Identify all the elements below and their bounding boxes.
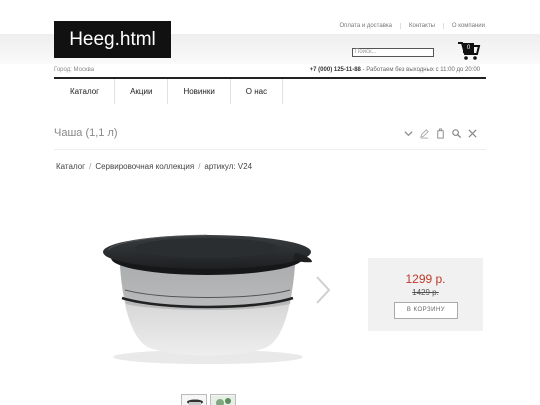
logo[interactable]: Heeg.html bbox=[54, 21, 171, 58]
nav-item-new[interactable]: Новинки bbox=[168, 79, 231, 104]
copy-icon[interactable] bbox=[435, 128, 446, 139]
page-title: Чаша (1,1 л) bbox=[54, 127, 118, 139]
thumbnail-2[interactable] bbox=[210, 394, 236, 405]
top-links: Оплата и доставка Контакты О компании bbox=[332, 23, 485, 29]
breadcrumb-article: артикул: V24 bbox=[204, 162, 253, 171]
phone-number[interactable]: +7 (000) 125-11-88 bbox=[310, 67, 361, 73]
add-to-cart-button[interactable]: В КОРЗИНУ bbox=[394, 302, 458, 319]
search-input[interactable]: Поиск... bbox=[352, 48, 434, 57]
link-contacts[interactable]: Контакты bbox=[401, 23, 444, 29]
nav-item-about[interactable]: О нас bbox=[231, 79, 284, 104]
city-label: Город: Москва bbox=[54, 67, 95, 73]
edit-icon[interactable] bbox=[419, 128, 430, 139]
chevron-down-icon[interactable] bbox=[403, 128, 414, 139]
search-icon[interactable] bbox=[451, 128, 462, 139]
working-hours: - Работаем без выходных с 11:00 до 20:00 bbox=[360, 67, 480, 73]
breadcrumb-collection[interactable]: Сервировочная коллекция bbox=[95, 162, 194, 171]
price: 1299 р. bbox=[405, 272, 446, 286]
main-nav: Каталог Акции Новинки О нас bbox=[54, 79, 284, 104]
nav-item-catalog[interactable]: Каталог bbox=[54, 79, 116, 104]
nav-item-promotions[interactable]: Акции bbox=[115, 79, 169, 104]
next-image-arrow[interactable] bbox=[314, 275, 332, 305]
breadcrumb-separator: / bbox=[198, 162, 201, 171]
thumbnail-bowl-image bbox=[187, 399, 203, 405]
thumbnail-strip bbox=[181, 394, 236, 405]
link-payment-delivery[interactable]: Оплата и доставка bbox=[332, 23, 401, 29]
breadcrumb: Каталог / Сервировочная коллекция / арти… bbox=[56, 162, 252, 171]
thumbnail-lifestyle-image bbox=[211, 396, 235, 405]
thumbnail-1[interactable] bbox=[181, 394, 207, 405]
breadcrumb-catalog[interactable]: Каталог bbox=[56, 162, 85, 171]
breadcrumb-separator: / bbox=[89, 162, 92, 171]
close-icon[interactable] bbox=[467, 128, 478, 139]
old-price: 1429 р. bbox=[412, 288, 439, 297]
title-divider bbox=[54, 149, 486, 150]
title-tools bbox=[403, 128, 478, 139]
product-image[interactable] bbox=[90, 220, 320, 365]
cart-count-badge: 0 bbox=[463, 43, 474, 53]
price-box: 1299 р. 1429 р. В КОРЗИНУ bbox=[368, 258, 483, 331]
link-about[interactable]: О компании bbox=[444, 23, 485, 29]
contact-info: +7 (000) 125-11-88 - Работаем без выходн… bbox=[310, 67, 480, 73]
